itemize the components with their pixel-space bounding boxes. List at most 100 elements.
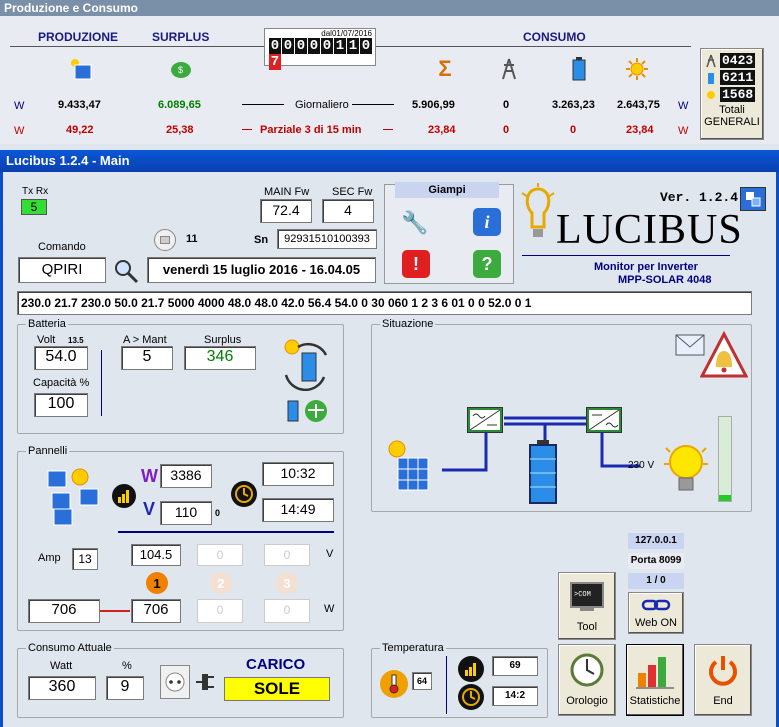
sn-field: 92931510100393 xyxy=(277,229,377,249)
prod-daily: 9.433,47 xyxy=(58,99,101,111)
surplus-field: 346 xyxy=(184,346,256,370)
svg-text:>COM: >COM xyxy=(574,591,591,599)
consumo-grid-daily: 0 xyxy=(503,99,510,111)
tool-label: Tool xyxy=(576,621,598,633)
web-on-button[interactable]: Web ON xyxy=(628,592,684,634)
datetime-field: venerdì 15 luglio 2016 - 16.04.05 xyxy=(147,257,376,283)
lightbulb-logo-icon xyxy=(516,182,560,244)
connection-ratio: 1 / 0 xyxy=(628,573,684,589)
watt-input-field: 706 xyxy=(28,599,100,623)
counter-digit: 0 xyxy=(308,38,320,54)
sigma-icon: Σ xyxy=(438,56,452,81)
surplus-daily: 6.089,65 xyxy=(158,99,201,111)
tool-button[interactable]: >COM Tool xyxy=(558,572,616,640)
panel2-indicator: 2 xyxy=(210,572,232,594)
batteria-title: Batteria xyxy=(26,318,68,330)
amant-field: 5 xyxy=(121,346,173,370)
info-icon[interactable]: i xyxy=(473,208,501,236)
inverter-icon xyxy=(586,407,622,433)
counter-digit: 1 xyxy=(347,38,359,54)
power-tower-icon xyxy=(496,56,522,82)
help-icon[interactable]: ? xyxy=(473,250,501,278)
watt-label: Watt xyxy=(50,660,73,672)
total-grid: 0423 xyxy=(720,53,756,68)
counter-digit: 0 xyxy=(282,38,294,54)
panel1-indicator: 1 xyxy=(146,572,168,594)
terminal-icon: >COM xyxy=(559,573,615,621)
alarm-bell-icon[interactable] xyxy=(700,330,748,380)
produzione-header: PRODUZIONE xyxy=(38,30,119,44)
top-title: Produzione e Consumo xyxy=(4,1,139,15)
piggy-bank-icon: $ xyxy=(168,56,194,82)
sn-label: Sn xyxy=(254,234,269,246)
subtitle-2: MPP-SOLAR 4048 xyxy=(618,274,712,286)
txrx-indicator: 5 xyxy=(21,199,47,215)
solar-panel-icon xyxy=(68,56,94,82)
panel3-indicator: 3 xyxy=(276,572,298,594)
search-icon[interactable] xyxy=(112,257,140,285)
port-label: Porta 8099 xyxy=(628,553,684,569)
consumo-battery-partial: 0 xyxy=(570,124,577,136)
consumo-total-daily: 5.906,99 xyxy=(412,99,455,111)
partial-label: Parziale 3 di 15 min xyxy=(260,124,362,136)
time2-field: 14:49 xyxy=(262,498,334,522)
main-title-bar: Lucibus 1.2.4 - Main xyxy=(0,150,779,172)
capacita-label: Capacità % xyxy=(33,377,90,389)
battery-situazione-icon xyxy=(528,440,558,504)
consumo-total-partial: 23,84 xyxy=(428,124,456,136)
counter-digits: 0 0 0 0 0 1 1 07 xyxy=(265,38,375,70)
solar-panel-situazione-icon xyxy=(384,438,434,494)
ip-address: 127.0.0.1 xyxy=(628,533,684,549)
user-name: Giampi xyxy=(395,182,499,198)
orologio-button[interactable]: Orologio xyxy=(558,644,616,716)
counter-digit: 0 xyxy=(295,38,307,54)
amant-label: A > Mant xyxy=(123,334,167,346)
web-on-label: Web ON xyxy=(635,617,677,629)
socket-icon xyxy=(160,665,190,699)
lightbulb-icon xyxy=(662,440,710,498)
w2-field: 0 xyxy=(197,599,243,623)
subtitle-1: Monitor per Inverter xyxy=(594,261,698,273)
temp-val2: 14:2 xyxy=(492,686,538,706)
top-title-bar: Produzione e Consumo xyxy=(0,0,779,16)
volt-label: Volt xyxy=(37,334,56,346)
consumo-grid-partial: 0 xyxy=(503,124,510,136)
v-label: V xyxy=(143,499,156,519)
carico-field: SOLE xyxy=(224,677,330,701)
power-gauge-icon xyxy=(112,484,136,508)
counter-digit: 1 xyxy=(334,38,346,54)
main-title: Lucibus 1.2.4 - Main xyxy=(6,153,130,168)
surplus-partial: 25,38 xyxy=(166,124,194,136)
output-level-bar xyxy=(718,416,732,502)
comando-input[interactable]: QPIRI xyxy=(18,257,106,283)
power-icon xyxy=(695,645,751,695)
unit-w-row1-right: W xyxy=(678,100,689,112)
end-button[interactable]: End xyxy=(694,644,752,716)
statistiche-button[interactable]: Statistiche xyxy=(626,644,684,716)
counter-digit: 0 xyxy=(269,38,281,54)
w-unit: W xyxy=(324,603,335,615)
totali-generali-button[interactable]: 0423 6211 1568 Totali GENERALI xyxy=(700,48,764,140)
unit-w-row2-right: W xyxy=(678,125,689,137)
tools-icon[interactable]: 🔧 xyxy=(400,208,430,238)
generali-label: GENERALI xyxy=(704,116,760,128)
amp-label: Amp xyxy=(38,552,61,564)
main-fw-label: MAIN Fw xyxy=(264,186,310,198)
solar-array-icon xyxy=(44,465,102,527)
window-toggle-icon[interactable] xyxy=(740,187,766,211)
pannelli-title: Pannelli xyxy=(26,445,70,457)
end-label: End xyxy=(713,695,733,707)
total-battery: 6211 xyxy=(720,70,756,85)
temp-field: 64 xyxy=(412,672,432,690)
counter-box: dal01/07/2016 0 0 0 0 0 1 1 07 xyxy=(264,28,376,70)
toggle-round-button[interactable] xyxy=(154,229,176,251)
time1-field: 10:32 xyxy=(262,462,334,486)
v1-field: 104.5 xyxy=(131,544,181,566)
unit-w-row2: W xyxy=(14,125,25,137)
warning-icon[interactable]: ! xyxy=(402,250,430,278)
surplus-header: SURPLUS xyxy=(152,30,210,44)
sec-fw-field: 4 xyxy=(322,199,374,223)
v2-field: 0 xyxy=(197,544,243,566)
thermometer-icon xyxy=(380,670,408,698)
response-field: 230.0 21.7 230.0 50.0 21.7 5000 4000 48.… xyxy=(17,291,752,315)
